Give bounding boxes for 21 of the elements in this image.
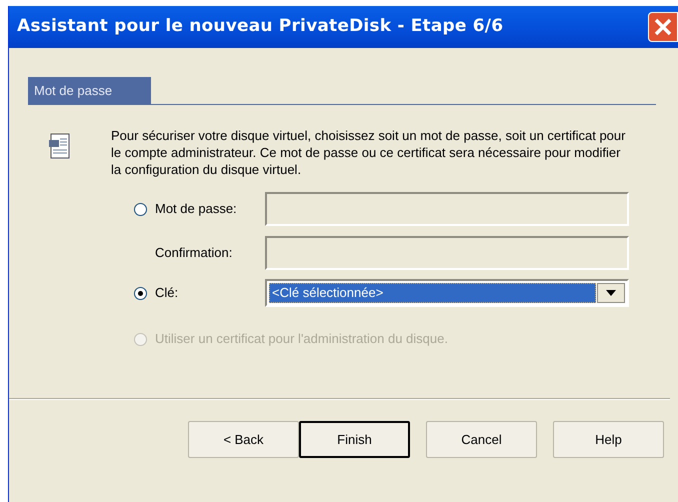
- description-text: Pour sécuriser votre disque virtuel, choisissez soit un mot de passe, soit un certificat pour le compte administrateur. Ce mot de passe ou ce certificat sera nécessaire pour modifier la configuration du disque virtuel.: [111, 127, 626, 178]
- dropdown-button[interactable]: [597, 283, 625, 303]
- dialog-button[interactable]: Cancel: [426, 421, 537, 458]
- close-button[interactable]: [648, 12, 678, 42]
- radio-button[interactable]: [134, 286, 147, 300]
- section-header: Mot de passe: [28, 77, 151, 104]
- confirmation-label: Confirmation:: [154, 244, 234, 262]
- password-field[interactable]: [265, 192, 629, 226]
- document-icon: [49, 133, 71, 159]
- dialog-button[interactable]: Finish: [299, 421, 410, 458]
- radio-button[interactable]: [134, 202, 147, 216]
- dialog-button[interactable]: < Back: [188, 421, 299, 458]
- dialog-button[interactable]: Help: [553, 421, 664, 458]
- caret-icon: [606, 290, 616, 296]
- dropdown-value: <Clé sélectionnée>: [269, 283, 596, 303]
- confirmation-field[interactable]: [265, 236, 629, 270]
- key-dropdown[interactable]: <Clé sélectionnée>: [265, 279, 629, 307]
- option-label[interactable]: Mot de passe:: [155, 199, 237, 219]
- option-label[interactable]: Clé:: [155, 283, 178, 303]
- close-icon: [653, 17, 673, 37]
- window-title: Assistant pour le nouveau PrivateDisk - Etape 6/6: [17, 15, 504, 38]
